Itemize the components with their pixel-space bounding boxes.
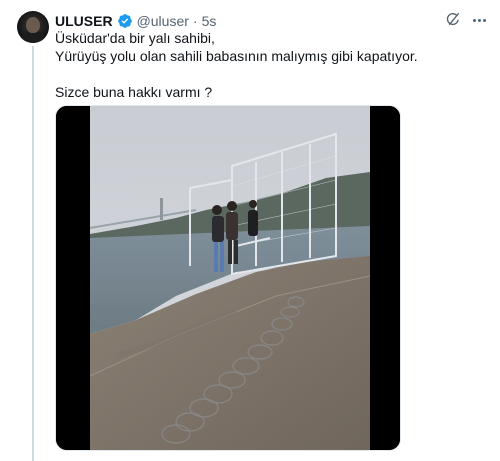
thread-line: [32, 46, 34, 461]
handle[interactable]: @uluser: [137, 13, 189, 29]
display-name[interactable]: ULUSER: [55, 13, 113, 29]
tweet[interactable]: ULUSER @uluser · 5s Üsküdar'da bir yalı …: [0, 0, 500, 461]
video-frame: [56, 106, 400, 450]
tweet-text-line-3: Sizce buna hakkı varmı ?: [55, 84, 213, 100]
more-options-icon[interactable]: [470, 11, 488, 29]
avatar[interactable]: [17, 11, 49, 43]
verified-badge-icon: [117, 14, 132, 28]
separator: ·: [192, 13, 198, 29]
tweet-text-line-2: Yürüyüş yolu olan sahili babasının malıy…: [55, 48, 418, 64]
grok-icon[interactable]: [445, 11, 461, 27]
tweet-header: ULUSER @uluser · 5s: [55, 12, 216, 30]
video-player[interactable]: [55, 105, 401, 451]
tweet-text-line-1: Üsküdar'da bir yalı sahibi,: [55, 30, 215, 46]
timestamp[interactable]: 5s: [202, 13, 217, 29]
